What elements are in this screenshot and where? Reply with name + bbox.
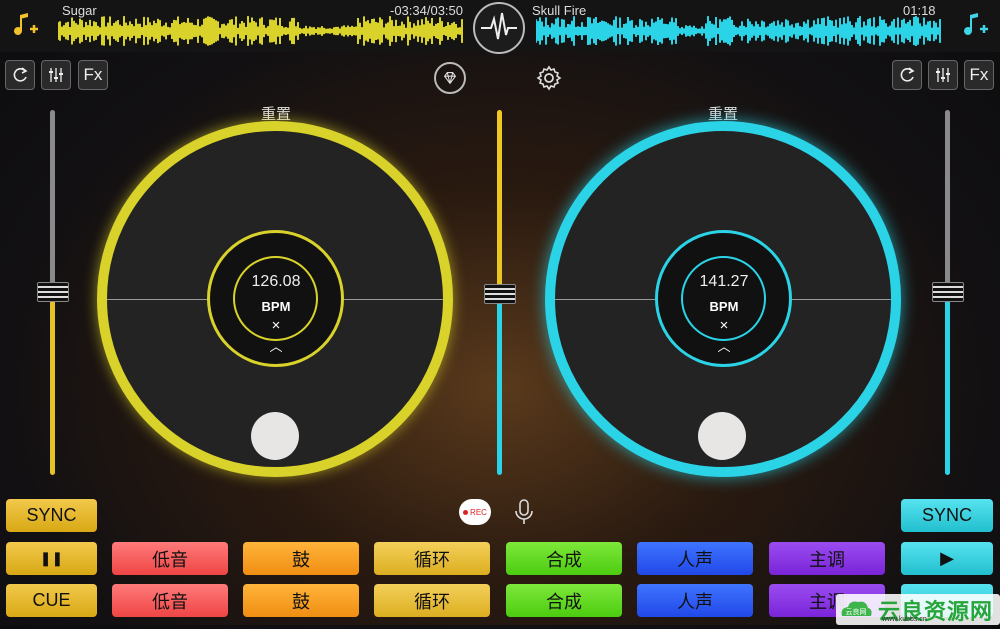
pad-bass-1[interactable]: 低音 [112, 542, 228, 575]
add-track-right-icon[interactable] [958, 9, 992, 43]
app-logo-icon[interactable] [473, 2, 525, 54]
watermark: 云良网 云良资源网 www.kubbs.cn [836, 594, 1000, 625]
deck-b-chevron-up-icon[interactable]: ︿ [714, 336, 734, 355]
deck-a-fx-button[interactable]: Fx [78, 60, 108, 90]
deck-a-eq-button[interactable] [41, 60, 71, 90]
deck-b-bpm-value: 141.27 [699, 273, 749, 290]
deck-b-bpm-label: BPM [709, 299, 739, 314]
deck-b-tempo-track-lower [945, 292, 950, 475]
deck-a-bpm-label: BPM [261, 299, 291, 314]
pad-synth-1[interactable]: 合成 [506, 542, 622, 575]
equalizer-icon [936, 68, 950, 82]
deck-b-play-button[interactable]: ▶ [901, 542, 993, 575]
pad-loop-2[interactable]: 循环 [374, 584, 490, 617]
deck-a-jog-knob[interactable] [251, 412, 299, 460]
deck-b-fx-button[interactable]: Fx [964, 60, 994, 90]
deck-a-tempo-track-upper [50, 110, 55, 290]
equalizer-icon [49, 68, 63, 82]
microphone-icon[interactable] [512, 498, 536, 526]
pad-loop-1[interactable]: 循环 [374, 542, 490, 575]
deck-b-tempo-track-upper [945, 110, 950, 290]
deck-a-sync-button[interactable]: SYNC [6, 499, 97, 532]
pad-lead-1[interactable]: 主调 [769, 542, 885, 575]
deck-a-pause-button[interactable]: ❚❚ [6, 542, 97, 575]
diamond-icon[interactable] [434, 62, 466, 94]
deck-a-cue-button[interactable]: CUE [6, 584, 97, 617]
deck-a-bpm-value: 126.08 [251, 273, 301, 290]
watermark-logo-text: 云良网 [846, 607, 867, 616]
deck-b-jog-knob[interactable] [698, 412, 746, 460]
pad-vocal-1[interactable]: 人声 [637, 542, 753, 575]
record-button[interactable]: REC [459, 499, 491, 525]
pad-synth-2[interactable]: 合成 [506, 584, 622, 617]
settings-gear-icon[interactable] [535, 64, 563, 92]
crossfader-handle[interactable] [484, 284, 516, 304]
deck-a-bpm-reset-icon[interactable]: × [266, 317, 286, 334]
deck-b-sync-button[interactable]: SYNC [901, 499, 993, 532]
deck-a-waveform[interactable] [57, 14, 463, 48]
pad-drum-2[interactable]: 鼓 [243, 584, 359, 617]
deck-b-loop-button[interactable] [892, 60, 922, 90]
deck-a-chevron-up-icon[interactable]: ︿ [266, 336, 286, 355]
deck-a-loop-button[interactable] [5, 60, 35, 90]
pad-vocal-2[interactable]: 人声 [637, 584, 753, 617]
deck-b-eq-button[interactable] [928, 60, 958, 90]
deck-a-tempo-track-lower [50, 292, 55, 475]
deck-b-bpm-reset-icon[interactable]: × [714, 317, 734, 334]
refresh-icon [13, 67, 28, 82]
deck-b-tempo-slider[interactable] [932, 282, 964, 302]
pad-bass-2[interactable]: 低音 [112, 584, 228, 617]
watermark-logo-icon: 云良网 [838, 596, 874, 624]
watermark-url: www.kubbs.cn [882, 616, 927, 623]
deck-b-waveform[interactable] [535, 14, 942, 48]
pad-drum-1[interactable]: 鼓 [243, 542, 359, 575]
record-label: REC [470, 507, 487, 517]
add-track-left-icon[interactable] [8, 9, 42, 43]
deck-a-tempo-slider[interactable] [37, 282, 69, 302]
record-dot-icon [463, 509, 469, 515]
refresh-icon [900, 67, 915, 82]
